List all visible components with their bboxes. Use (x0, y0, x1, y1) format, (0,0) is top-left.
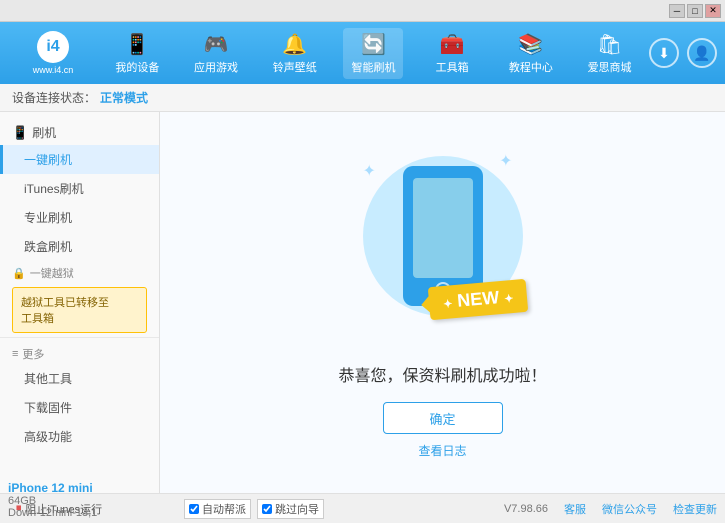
new-badge-star-left: ✦ (443, 298, 453, 311)
customer-service-link[interactable]: 客服 (564, 501, 586, 517)
device-model: Down-12mini-13,1 (8, 507, 97, 519)
logo-area[interactable]: i4 www.i4.cn (8, 31, 98, 75)
tutorial-label: 教程中心 (509, 59, 553, 75)
version-label: V7.98.66 (504, 503, 548, 515)
sidebar-item-other-tools[interactable]: 其他工具 (0, 364, 159, 393)
success-text: 恭喜您，保资料刷机成功啦！ (338, 362, 546, 386)
advanced-label: 高级功能 (24, 430, 72, 444)
my-device-label: 我的设备 (115, 59, 159, 75)
nav-toolbox[interactable]: 🧰 工具箱 (422, 28, 482, 79)
flash-section-label: 刷机 (32, 124, 56, 141)
nav-smart-flash[interactable]: 🔄 智能刷机 (343, 28, 403, 79)
flash-section-icon: 📱 (12, 125, 28, 141)
download-btn[interactable]: ⬇ (649, 38, 679, 68)
device-panel: iPhone 12 mini 64GB Down-12mini-13,1 (8, 481, 97, 519)
shop-label: 爱思商城 (588, 59, 632, 75)
checkbox-auto-help[interactable]: 自动帮派 (184, 499, 251, 519)
new-badge: ✦ NEW ✦ (428, 279, 529, 320)
new-badge-text: NEW (456, 287, 500, 311)
app-game-icon: 🎮 (204, 32, 229, 57)
itunes-label: iTunes刷机 (24, 182, 84, 196)
logo-icon: i4 (46, 38, 59, 56)
nav-shop[interactable]: 🛍 爱思商城 (580, 28, 640, 79)
sidebar-more-section: ≡ 更多 (0, 342, 159, 364)
phone-screen (413, 178, 473, 278)
wechat-link[interactable]: 微信公众号 (602, 501, 657, 517)
shop-icon: 🛍 (597, 32, 622, 57)
title-bar: ─ □ ✕ (0, 0, 725, 22)
lock-icon: 🔒 (12, 267, 26, 280)
sidebar-item-itunes[interactable]: iTunes刷机 (0, 174, 159, 203)
sidebar-jailbreak-section: 🔒 一键越狱 (0, 261, 159, 283)
status-bar: 设备连接状态： 正常模式 (0, 84, 725, 112)
nav-ringtone[interactable]: 🔔 铃声壁纸 (265, 28, 325, 79)
window-controls[interactable]: ─ □ ✕ (669, 4, 721, 18)
nav-my-device[interactable]: 📱 我的设备 (107, 28, 167, 79)
toolbox-label: 工具箱 (436, 59, 469, 75)
check-update-link[interactable]: 检查更新 (673, 501, 717, 517)
main-area: 📱 刷机 一键刷机 iTunes刷机 专业刷机 跌盒刷机 🔒 一键越狱 越狱工具… (0, 112, 725, 493)
header: i4 www.i4.cn 📱 我的设备 🎮 应用游戏 🔔 铃声壁纸 🔄 智能刷机… (0, 22, 725, 84)
checkbox-area: 自动帮派 跳过向导 (184, 499, 324, 519)
sparkle-right: ✦ (499, 151, 512, 171)
bottom-right: V7.98.66 客服 微信公众号 检查更新 (504, 501, 717, 517)
smart-flash-icon: 🔄 (361, 32, 386, 57)
minimize-btn[interactable]: ─ (669, 4, 685, 18)
jailbreak-label: 一键越狱 (30, 265, 74, 281)
sidebar-item-yijian[interactable]: 一键刷机 (0, 145, 159, 174)
sidebar-divider (0, 337, 159, 338)
logo-site: www.i4.cn (33, 65, 74, 75)
nav-tutorial[interactable]: 📚 教程中心 (501, 28, 561, 79)
diebox-label: 跌盒刷机 (24, 240, 72, 254)
status-label: 设备连接状态： (12, 89, 96, 106)
auto-help-label: 自动帮派 (202, 501, 246, 517)
sparkle-left: ✦ (363, 161, 376, 181)
close-btn[interactable]: ✕ (705, 4, 721, 18)
sidebar-item-diebox[interactable]: 跌盒刷机 (0, 232, 159, 261)
sidebar-item-advanced[interactable]: 高级功能 (0, 422, 159, 451)
sidebar-warning: 越狱工具已转移至 工具箱 (12, 287, 147, 333)
sidebar-item-download-fw[interactable]: 下载固件 (0, 393, 159, 422)
yijian-label: 一键刷机 (24, 153, 72, 167)
nav-items: 📱 我的设备 🎮 应用游戏 🔔 铃声壁纸 🔄 智能刷机 🧰 工具箱 📚 教程中心… (98, 28, 649, 79)
skip-wizard-checkbox[interactable] (262, 504, 272, 514)
auto-help-checkbox[interactable] (189, 504, 199, 514)
skip-wizard-label: 跳过向导 (275, 501, 319, 517)
maximize-btn[interactable]: □ (687, 4, 703, 18)
app-game-label: 应用游戏 (194, 59, 238, 75)
device-name: iPhone 12 mini (8, 481, 97, 495)
sidebar: 📱 刷机 一键刷机 iTunes刷机 专业刷机 跌盒刷机 🔒 一键越狱 越狱工具… (0, 112, 160, 493)
device-storage: 64GB (8, 495, 97, 507)
sidebar-item-professional[interactable]: 专业刷机 (0, 203, 159, 232)
professional-label: 专业刷机 (24, 211, 72, 225)
more-icon: ≡ (12, 348, 18, 360)
smart-flash-label: 智能刷机 (351, 59, 395, 75)
toolbox-icon: 🧰 (440, 32, 465, 57)
status-value: 正常模式 (100, 89, 148, 106)
new-badge-star-right: ✦ (504, 293, 514, 306)
nav-app-game[interactable]: 🎮 应用游戏 (186, 28, 246, 79)
confirm-button[interactable]: 确定 (383, 402, 503, 434)
other-tools-label: 其他工具 (24, 372, 72, 386)
download-fw-label: 下载固件 (24, 401, 72, 415)
logo-circle: i4 (37, 31, 69, 63)
ringtone-label: 铃声壁纸 (273, 59, 317, 75)
bottom-bar: ⏹ 阻止iTunes运行 自动帮派 跳过向导 V7.98.66 客服 微信公众号… (0, 493, 725, 523)
tutorial-icon: 📚 (518, 32, 543, 57)
nav-right: ⬇ 👤 (649, 38, 717, 68)
view-log-link[interactable]: 查看日志 (418, 442, 466, 459)
warning-text: 越狱工具已转移至 工具箱 (21, 297, 109, 325)
ringtone-icon: 🔔 (282, 32, 307, 57)
phone-illustration: ✦ ✦ ✦ NEW ✦ (353, 146, 533, 346)
sidebar-section-flash: 📱 刷机 (0, 120, 159, 145)
content-area: ✦ ✦ ✦ NEW ✦ 恭喜您，保资料刷机成功啦！ 确定 查看日志 (160, 112, 725, 493)
more-label: 更多 (22, 346, 44, 362)
user-btn[interactable]: 👤 (687, 38, 717, 68)
checkbox-skip-wizard[interactable]: 跳过向导 (257, 499, 324, 519)
my-device-icon: 📱 (125, 32, 150, 57)
